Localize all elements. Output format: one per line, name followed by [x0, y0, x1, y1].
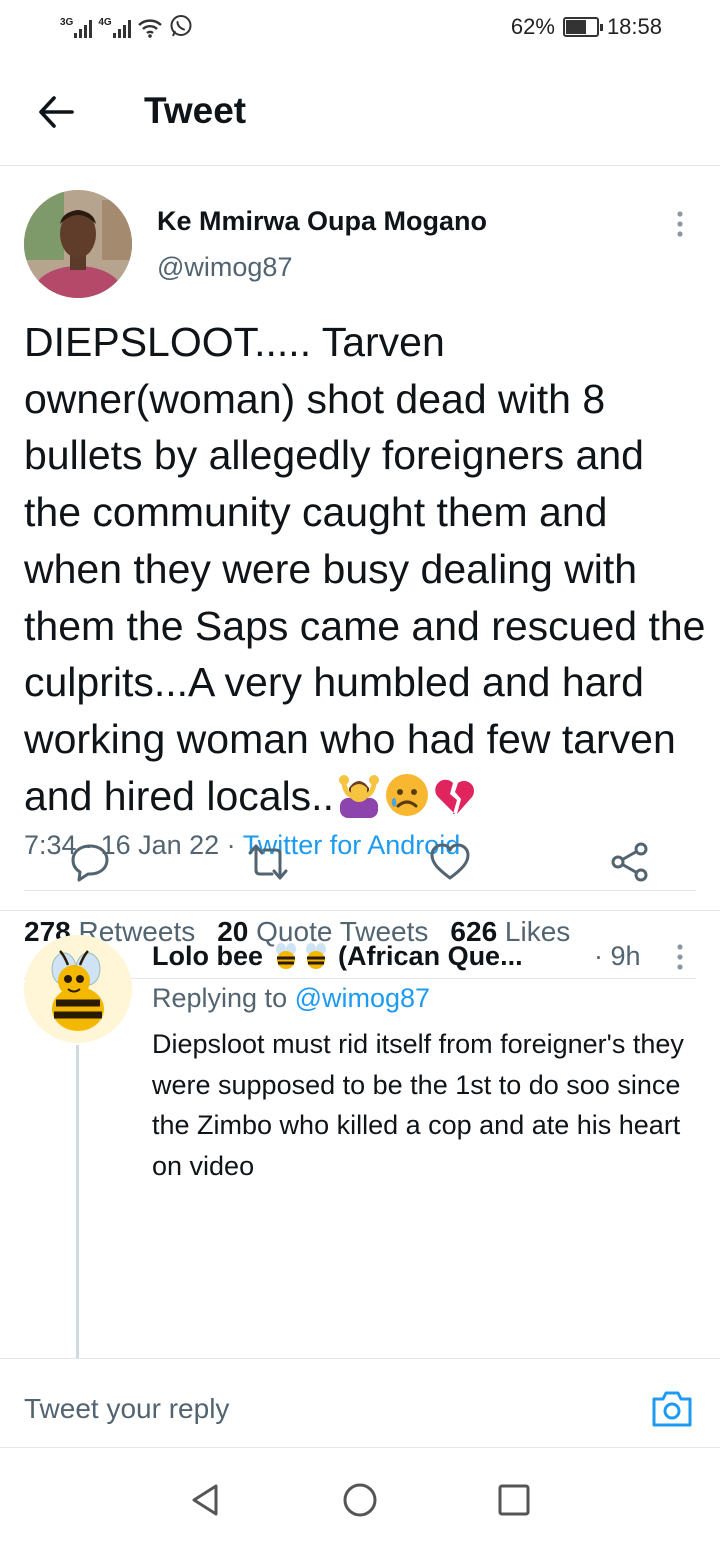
like-heart-icon[interactable]: [428, 840, 472, 884]
replying-to: Replying to @wimog87: [152, 983, 430, 1014]
app-header: Tweet: [0, 56, 720, 166]
profile-photo: [24, 190, 132, 298]
status-icons-right: 62% 18:58: [511, 14, 662, 40]
reply-tweet[interactable]: Lolo bee (African Que... · 9h Replying t…: [0, 911, 720, 1358]
reply-input[interactable]: Tweet your reply: [24, 1393, 229, 1425]
more-options-icon[interactable]: [672, 943, 688, 971]
clock: 18:58: [606, 14, 662, 39]
share-icon[interactable]: [608, 840, 652, 884]
broken-heart-icon: [435, 779, 474, 814]
thread-line: [76, 1045, 79, 1358]
tweet-text: DIEPSLOOT..... Tarven owner(woman) shot …: [24, 314, 708, 824]
bee-icon: [275, 943, 296, 969]
mention-link[interactable]: @wimog87: [295, 983, 430, 1013]
whatsapp-icon: [170, 15, 192, 37]
system-navigation-bar: [0, 1448, 720, 1541]
more-options-icon[interactable]: [672, 210, 688, 238]
tweet-actions: [0, 830, 720, 904]
author-handle[interactable]: @wimog87: [157, 252, 292, 283]
author-name[interactable]: Ke Mmirwa Oupa Mogano: [157, 206, 487, 237]
back-arrow-icon[interactable]: [36, 92, 76, 132]
page-title: Tweet: [144, 90, 247, 131]
status-bar: 3G 4G 62% 18:58: [0, 0, 720, 56]
network-label-1: 3G: [60, 17, 74, 28]
retweet-icon[interactable]: [246, 840, 290, 884]
wifi-icon: [137, 19, 162, 38]
tweet-body: DIEPSLOOT..... Tarven owner(woman) shot …: [24, 319, 706, 819]
bee-profile-photo: [24, 935, 132, 1043]
reply-text: Diepsloot must rid itself from foreigner…: [152, 1029, 684, 1181]
reply-composer[interactable]: Tweet your reply: [0, 1358, 720, 1448]
nav-home-icon[interactable]: [342, 1482, 378, 1518]
woman-gesturing-ok-icon: [338, 774, 379, 818]
replying-prefix: Replying to: [152, 983, 288, 1013]
avatar[interactable]: [24, 190, 132, 298]
nav-back-icon[interactable]: [188, 1482, 224, 1518]
battery-icon: [562, 17, 603, 37]
reply-icon[interactable]: [68, 840, 112, 884]
signal-bars-icon: [112, 18, 131, 38]
sad-face-icon: [385, 773, 428, 816]
signal-3g: 3G: [60, 17, 93, 38]
bee-icon: [305, 943, 326, 969]
signal-bars-icon: [74, 18, 93, 38]
status-icons-left: 3G 4G: [60, 14, 193, 38]
signal-4g: 4G: [98, 17, 131, 38]
avatar[interactable]: [24, 935, 132, 1043]
reply-timestamp: · 9h: [594, 941, 641, 971]
reply-author-name[interactable]: Lolo bee: [152, 941, 263, 971]
battery-percent: 62%: [510, 14, 555, 39]
nav-recents-icon[interactable]: [496, 1482, 532, 1518]
reply-author-suffix[interactable]: (African Que...: [338, 941, 523, 971]
camera-icon[interactable]: [650, 1389, 694, 1429]
network-label-2: 4G: [98, 17, 112, 28]
